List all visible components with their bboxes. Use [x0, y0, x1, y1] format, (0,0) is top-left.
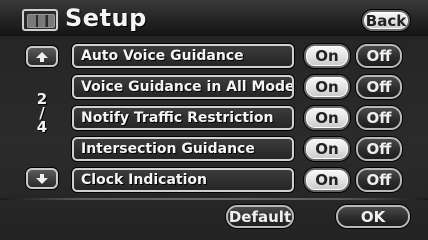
ok-button[interactable]: OK [336, 205, 410, 228]
off-button[interactable]: Off [356, 168, 402, 192]
page-title: Setup [65, 4, 147, 32]
setting-row-intersection-guidance: Intersection Guidance On Off [72, 137, 412, 165]
setting-label: Notify Traffic Restriction [72, 106, 294, 130]
off-button[interactable]: Off [356, 137, 402, 161]
setting-row-auto-voice-guidance: Auto Voice Guidance On Off [72, 44, 412, 72]
setting-label: Auto Voice Guidance [72, 44, 294, 68]
page-total: 4 [36, 118, 48, 136]
header-bar: Setup Back [0, 0, 428, 36]
setting-label: Intersection Guidance [72, 137, 294, 161]
arrow-down-icon [36, 173, 48, 184]
scroll-down-button[interactable] [26, 168, 58, 189]
setting-row-notify-traffic-restriction: Notify Traffic Restriction On Off [72, 106, 412, 134]
off-button[interactable]: Off [356, 75, 402, 99]
setup-screen: Setup Back 2 / 4 Auto Voice Guidance On … [0, 0, 428, 240]
scroll-up-button[interactable] [26, 46, 58, 67]
default-button[interactable]: Default [226, 205, 294, 228]
page-scroll-column: 2 / 4 [22, 40, 66, 198]
setting-label: Clock Indication [72, 168, 294, 192]
on-button[interactable]: On [304, 75, 350, 99]
off-button[interactable]: Off [356, 44, 402, 68]
on-button[interactable]: On [304, 168, 350, 192]
setting-row-clock-indication: Clock Indication On Off [72, 168, 412, 196]
on-button[interactable]: On [304, 137, 350, 161]
menu-grid-icon[interactable] [22, 9, 58, 31]
setting-row-voice-guidance-all-modes: Voice Guidance in All Modes On Off [72, 75, 412, 103]
page-indicator: 2 / 4 [32, 92, 52, 136]
arrow-up-icon [36, 51, 48, 62]
footer-divider [0, 198, 428, 200]
on-button[interactable]: On [304, 44, 350, 68]
on-button[interactable]: On [304, 106, 350, 130]
grid-pattern [27, 14, 55, 28]
off-button[interactable]: Off [356, 106, 402, 130]
back-button[interactable]: Back [362, 10, 410, 31]
setting-label: Voice Guidance in All Modes [72, 75, 294, 99]
